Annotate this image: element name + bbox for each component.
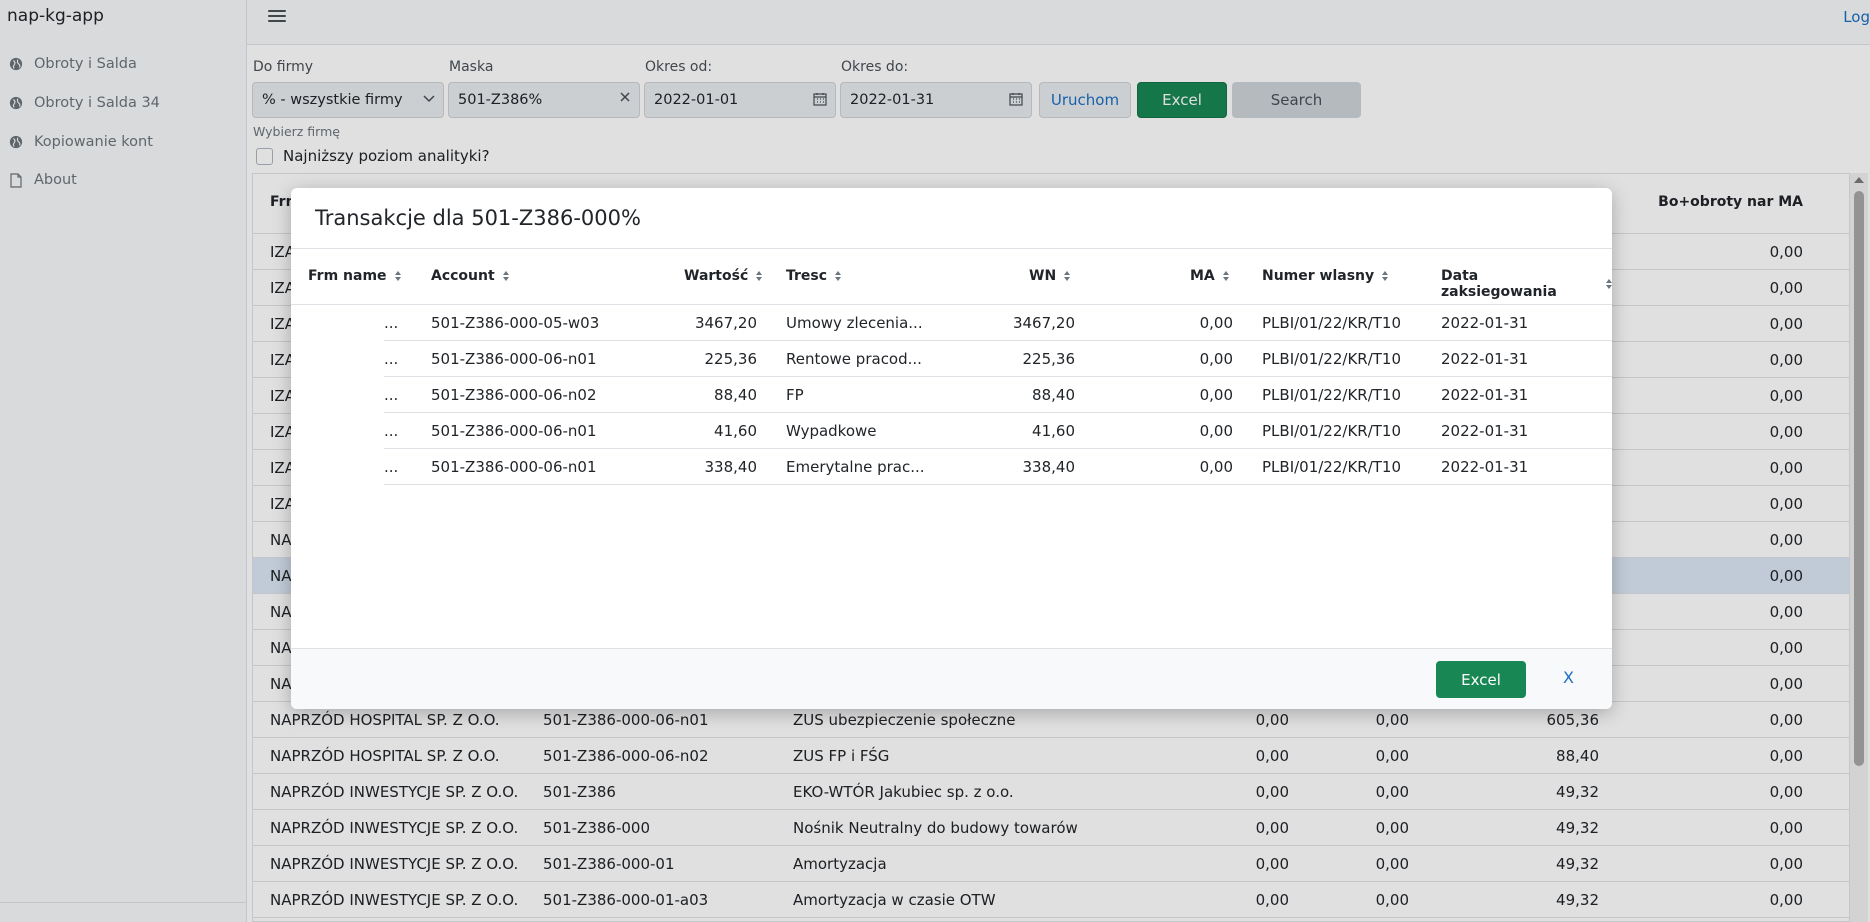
cell-account: 501-Z386-000-06-n01 (431, 422, 597, 440)
sort-icon (394, 271, 401, 281)
modal-footer: Excel X (291, 648, 1612, 709)
sort-icon (756, 271, 763, 281)
cell-numer: PLBI/01/22/KR/T10 (1262, 350, 1402, 368)
cell-data: 2022-01-31 (1441, 350, 1529, 368)
cell-numer: PLBI/01/22/KR/T10 (1262, 314, 1402, 332)
cell-frm: ... (384, 386, 399, 404)
column-header-wartosc[interactable]: Wartość (684, 268, 763, 284)
cell-value: 225,36 (704, 350, 758, 368)
cell-account: 501-Z386-000-05-w03 (431, 314, 600, 332)
cell-account: 501-Z386-000-06-n01 (431, 458, 597, 476)
column-header-data-zaksiegowania[interactable]: Data zaksiegowania (1441, 268, 1612, 300)
cell-data: 2022-01-31 (1441, 314, 1529, 332)
cell-value: 41,60 (714, 422, 757, 440)
cell-wn: 3467,20 (1012, 314, 1075, 332)
sort-icon (1382, 271, 1389, 281)
cell-data: 2022-01-31 (1441, 422, 1529, 440)
cell-data: 2022-01-31 (1441, 386, 1529, 404)
cell-frm: ... (384, 350, 399, 368)
modal-close-button[interactable]: X (1563, 668, 1574, 687)
column-header-wn[interactable]: WN (1029, 268, 1071, 284)
cell-value: 338,40 (704, 458, 758, 476)
divider (291, 248, 1612, 249)
cell-frm: ... (384, 458, 399, 476)
sort-icon (835, 271, 842, 281)
cell-frm: ... (384, 314, 399, 332)
cell-tresc: Wypadkowe (786, 422, 877, 440)
cell-ma: 0,00 (1199, 350, 1233, 368)
column-header-frm-name[interactable]: Frm name (308, 268, 401, 284)
cell-tresc: Umowy zlecenia... (786, 314, 923, 332)
column-header-numer-wlasny[interactable]: Numer wlasny (1262, 268, 1389, 284)
transaction-row[interactable]: ... 501-Z386-000-05-w03 3467,20 Umowy zlece… (291, 305, 1612, 341)
cell-account: 501-Z386-000-06-n01 (431, 350, 597, 368)
modal-title: Transakcje dla 501-Z386-000% (315, 206, 641, 230)
cell-numer: PLBI/01/22/KR/T10 (1262, 458, 1402, 476)
cell-wn: 41,60 (1032, 422, 1075, 440)
transaction-row[interactable]: ... 501-Z386-000-06-n01 225,36 Rentowe prac… (291, 341, 1612, 377)
transaction-row[interactable]: ... 501-Z386-000-06-n01 41,60 Wypadkowe 41,6… (291, 413, 1612, 449)
sort-icon (1064, 271, 1071, 281)
header-label: Account (431, 268, 495, 284)
header-label: Numer wlasny (1262, 268, 1375, 284)
cell-ma: 0,00 (1199, 386, 1233, 404)
cell-ma: 0,00 (1199, 314, 1233, 332)
cell-value: 88,40 (714, 386, 757, 404)
cell-data: 2022-01-31 (1441, 458, 1529, 476)
header-label: MA (1190, 268, 1215, 284)
row-divider (384, 484, 1612, 485)
cell-ma: 0,00 (1199, 458, 1233, 476)
header-label: Wartość (684, 268, 749, 284)
header-label: WN (1029, 268, 1057, 284)
transactions-modal: Transakcje dla 501-Z386-000% Frm name Ac… (291, 188, 1612, 709)
column-header-account[interactable]: Account (431, 268, 509, 284)
sort-icon (1222, 271, 1229, 281)
header-label: Tresc (786, 268, 828, 284)
cell-wn: 88,40 (1032, 386, 1075, 404)
cell-numer: PLBI/01/22/KR/T10 (1262, 422, 1402, 440)
column-header-tresc[interactable]: Tresc (786, 268, 842, 284)
cell-ma: 0,00 (1199, 422, 1233, 440)
modal-excel-button[interactable]: Excel (1436, 661, 1526, 698)
cell-tresc: FP (786, 386, 804, 404)
header-label: Frm name (308, 268, 387, 284)
transaction-row[interactable]: ... 501-Z386-000-06-n02 88,40 FP 88,40 0,00 PL… (291, 377, 1612, 413)
header-label: Data zaksiegowania (1441, 268, 1557, 300)
sort-icon (1606, 279, 1612, 289)
cell-tresc: Rentowe pracod... (786, 350, 922, 368)
column-header-ma[interactable]: MA (1190, 268, 1229, 284)
cell-numer: PLBI/01/22/KR/T10 (1262, 386, 1402, 404)
sort-icon (502, 271, 509, 281)
cell-frm: ... (384, 422, 399, 440)
cell-value: 3467,20 (694, 314, 757, 332)
transaction-row[interactable]: ... 501-Z386-000-06-n01 338,40 Emerytalne p… (291, 449, 1612, 485)
cell-wn: 225,36 (1022, 350, 1076, 368)
cell-tresc: Emerytalne prac... (786, 458, 925, 476)
cell-account: 501-Z386-000-06-n02 (431, 386, 597, 404)
cell-wn: 338,40 (1022, 458, 1076, 476)
